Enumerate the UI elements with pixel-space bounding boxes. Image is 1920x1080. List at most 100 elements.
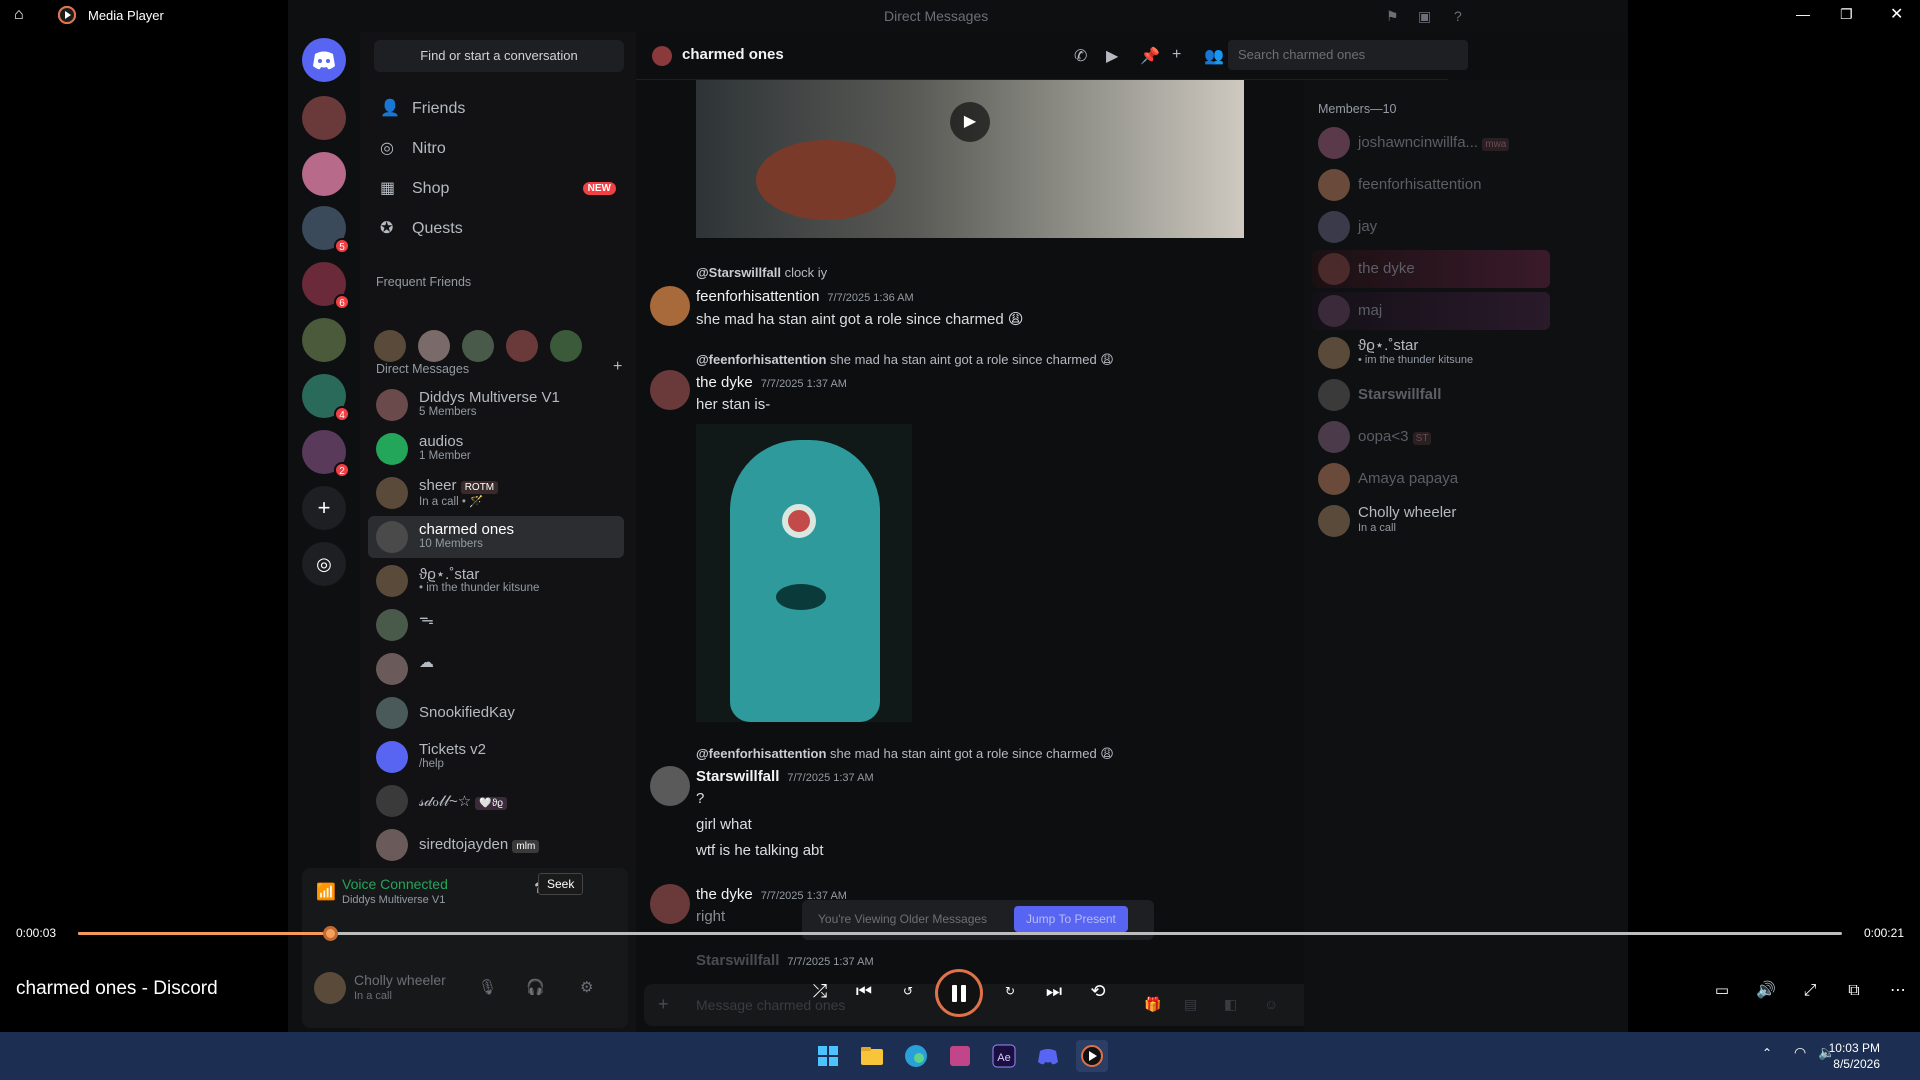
gif-icon[interactable]: ▤ bbox=[1184, 996, 1197, 1013]
mic-icon[interactable]: 🎙 bbox=[478, 978, 497, 996]
member-item[interactable]: Starswillfall bbox=[1312, 376, 1512, 414]
pin-icon[interactable]: 📌 bbox=[1140, 46, 1160, 66]
members-icon[interactable]: 👥 bbox=[1204, 46, 1224, 66]
clock-time[interactable]: 10:03 PM bbox=[1829, 1041, 1880, 1055]
start-icon[interactable] bbox=[812, 1040, 844, 1072]
dm-item[interactable]: ϑϱ⋆.˚star • im the thunder kitsune bbox=[368, 560, 624, 602]
avatar[interactable] bbox=[650, 884, 690, 924]
find-conversation-button[interactable]: Find or start a conversation bbox=[374, 40, 624, 72]
minimize-icon[interactable]: — bbox=[1796, 6, 1810, 22]
member-item[interactable]: oopa<3 ST bbox=[1312, 418, 1512, 456]
video-icon[interactable]: ▶ bbox=[1106, 46, 1118, 66]
image-attachment[interactable] bbox=[696, 424, 912, 722]
video-attachment[interactable]: ▶ bbox=[696, 80, 1244, 238]
discord-home-icon[interactable] bbox=[302, 38, 346, 82]
home-icon[interactable]: ⌂ bbox=[14, 6, 24, 24]
after-effects-icon[interactable]: Ae bbox=[988, 1040, 1020, 1072]
avatar[interactable] bbox=[650, 286, 690, 326]
discover-icon[interactable]: ◎ bbox=[302, 542, 346, 586]
avatar[interactable] bbox=[650, 766, 690, 806]
sticker-icon[interactable]: ◧ bbox=[1224, 996, 1237, 1013]
member-item[interactable]: Amaya papaya bbox=[1312, 460, 1512, 498]
previous-icon[interactable]: ⏮ bbox=[848, 975, 880, 1007]
dm-item[interactable]: SnookifiedKay bbox=[368, 692, 624, 734]
nav-shop[interactable]: ▦ Shop NEW bbox=[368, 170, 628, 208]
pause-button[interactable] bbox=[935, 969, 983, 1017]
file-explorer-icon[interactable] bbox=[856, 1040, 888, 1072]
member-item[interactable]: maj bbox=[1312, 292, 1550, 330]
next-icon[interactable]: ⏭ bbox=[1038, 975, 1070, 1007]
tray-chevron-icon[interactable]: ⌃ bbox=[1762, 1046, 1772, 1060]
message-author[interactable]: Starswillfall 7/7/2025 1:37 AM bbox=[696, 952, 874, 969]
edge-icon[interactable] bbox=[900, 1040, 932, 1072]
volume-icon[interactable]: 🔊 bbox=[1750, 975, 1782, 1007]
shuffle-icon[interactable]: ⤮ bbox=[804, 975, 836, 1007]
help-icon[interactable]: ? bbox=[1454, 8, 1462, 24]
dm-item[interactable]: ᯓ bbox=[368, 604, 624, 646]
play-video-icon[interactable]: ▶ bbox=[950, 102, 990, 142]
add-attachment-icon[interactable]: + bbox=[658, 994, 669, 1015]
reply-preview[interactable]: @feenforhisattention she mad ha stan ain… bbox=[696, 746, 1114, 762]
message-author[interactable]: Starswillfall 7/7/2025 1:37 AM bbox=[696, 768, 874, 785]
add-server-icon[interactable]: + bbox=[302, 486, 346, 530]
server-icon[interactable] bbox=[302, 152, 346, 196]
member-item[interactable]: joshawncinwillfa... mwa bbox=[1312, 124, 1512, 162]
screen-icon[interactable]: ▣ bbox=[1418, 8, 1431, 25]
avatar[interactable] bbox=[314, 972, 346, 1004]
fullscreen-icon[interactable]: ⤢ bbox=[1794, 975, 1826, 1007]
member-item[interactable]: the dyke bbox=[1312, 250, 1550, 288]
seek-handle[interactable] bbox=[323, 926, 339, 941]
avatar[interactable] bbox=[650, 370, 690, 410]
dm-item[interactable]: sheer ROTM In a call • 🪄 bbox=[368, 472, 624, 514]
friend-avatar[interactable] bbox=[418, 330, 450, 362]
mini-player-icon[interactable]: ⧉ bbox=[1838, 975, 1870, 1007]
settings-icon[interactable]: ⚙ bbox=[580, 978, 593, 996]
skip-forward-30-icon[interactable]: ↻ bbox=[994, 975, 1026, 1007]
friend-avatar[interactable] bbox=[506, 330, 538, 362]
headset-icon[interactable]: 🎧 bbox=[526, 978, 545, 996]
captions-icon[interactable]: ▭ bbox=[1706, 975, 1738, 1007]
repeat-icon[interactable]: ⟲ bbox=[1082, 975, 1114, 1007]
dm-item[interactable]: siredtojayden mlm bbox=[368, 824, 624, 866]
more-options-icon[interactable]: ⋯ bbox=[1882, 975, 1914, 1007]
skip-back-10-icon[interactable]: ↺ bbox=[892, 975, 924, 1007]
server-folder-icon[interactable]: 2 bbox=[302, 430, 350, 478]
discord-taskbar-icon[interactable] bbox=[1032, 1040, 1064, 1072]
message-author[interactable]: feenforhisattention 7/7/2025 1:36 AM bbox=[696, 288, 914, 305]
search-input[interactable]: Search charmed ones bbox=[1228, 40, 1468, 70]
user-avatar-guild[interactable] bbox=[302, 96, 346, 140]
reply-preview[interactable]: @Starswillfall clock iy bbox=[696, 265, 827, 280]
server-folder-icon[interactable]: 4 bbox=[302, 374, 350, 422]
server-folder-icon[interactable] bbox=[302, 318, 346, 362]
friend-avatar[interactable] bbox=[374, 330, 406, 362]
clock-date[interactable]: 8/5/2026 bbox=[1833, 1057, 1880, 1071]
seek-bar[interactable] bbox=[78, 926, 1842, 941]
dm-item[interactable]: ☁ bbox=[368, 648, 624, 690]
server-folder-icon[interactable]: 5 bbox=[302, 206, 350, 254]
add-member-icon[interactable]: + bbox=[1172, 46, 1181, 64]
wifi-icon[interactable]: ◠ bbox=[1794, 1044, 1806, 1061]
dm-item-active[interactable]: charmed ones 10 Members bbox=[368, 516, 624, 558]
nav-friends[interactable]: 👤 Friends bbox=[368, 90, 628, 128]
member-item[interactable]: feenforhisattention bbox=[1312, 166, 1512, 204]
dm-item[interactable]: audios 1 Member bbox=[368, 428, 624, 470]
message-author[interactable]: the dyke 7/7/2025 1:37 AM bbox=[696, 374, 847, 391]
server-folder-icon[interactable]: 6 bbox=[302, 262, 350, 310]
gift-icon[interactable]: 🎁 bbox=[1144, 996, 1161, 1013]
friend-avatar[interactable] bbox=[462, 330, 494, 362]
dm-item[interactable]: Diddys Multiverse V1 5 Members bbox=[368, 384, 624, 426]
close-icon[interactable]: ✕ bbox=[1890, 4, 1903, 24]
restore-icon[interactable]: ❐ bbox=[1840, 6, 1853, 23]
call-icon[interactable]: ✆ bbox=[1074, 46, 1087, 66]
create-dm-icon[interactable]: + bbox=[613, 358, 622, 376]
friend-avatar[interactable] bbox=[550, 330, 582, 362]
app-icon[interactable] bbox=[944, 1040, 976, 1072]
member-item[interactable]: ϑϱ⋆.˚star • im the thunder kitsune bbox=[1312, 334, 1512, 372]
reply-preview[interactable]: @feenforhisattention she mad ha stan ain… bbox=[696, 352, 1114, 368]
inbox-icon[interactable]: ⚑ bbox=[1386, 8, 1399, 25]
nav-quests[interactable]: ✪ Quests bbox=[368, 210, 628, 248]
dm-item[interactable]: Tickets v2/help bbox=[368, 736, 624, 778]
nav-nitro[interactable]: ◎ Nitro bbox=[368, 130, 628, 168]
dm-item[interactable]: 𝓈𝒹ℴ𝓁𝓁~☆ 🤍ϑϱ bbox=[368, 780, 624, 822]
member-item[interactable]: Cholly wheeler In a call bbox=[1312, 502, 1512, 540]
